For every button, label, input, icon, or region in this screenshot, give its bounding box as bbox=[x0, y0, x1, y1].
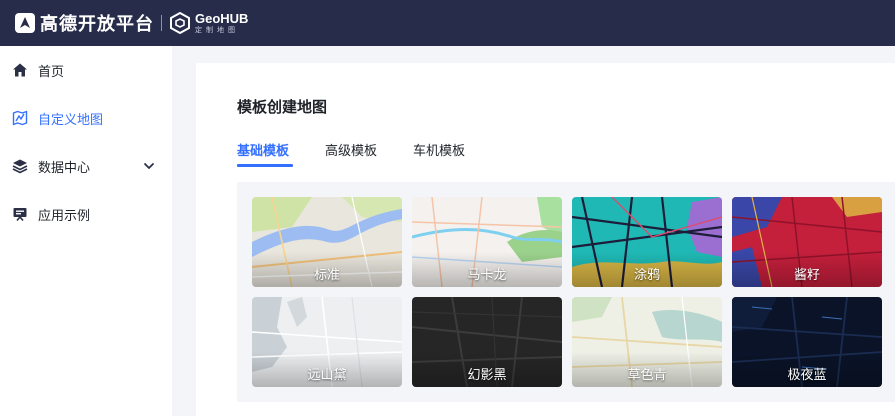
template-label: 极夜蓝 bbox=[787, 368, 827, 383]
top-bar: 高德开放平台 GeoHUB 定制地图 bbox=[0, 0, 895, 46]
template-label: 标准 bbox=[313, 268, 340, 283]
sidebar-item-label: 数据中心 bbox=[38, 160, 91, 176]
header-divider bbox=[161, 15, 162, 31]
template-gallery: 标准 马卡龙 涂鸦 酱籽 远山黛 幻影黑 草色青 极夜蓝 bbox=[237, 182, 895, 402]
template-label: 酱籽 bbox=[793, 268, 820, 283]
template-macaron[interactable]: 马卡龙 bbox=[412, 197, 562, 287]
chevron-down-icon bbox=[144, 163, 154, 169]
template-standard[interactable]: 标准 bbox=[252, 197, 402, 287]
template-polar-night-blue[interactable]: 极夜蓝 bbox=[732, 297, 882, 387]
layers-icon bbox=[12, 158, 28, 174]
geohub-subtitle: 定制地图 bbox=[195, 26, 239, 34]
tab-advanced[interactable]: 高级模板 bbox=[325, 140, 377, 159]
template-label: 草色青 bbox=[627, 368, 667, 383]
geohub-hexagon-icon bbox=[170, 12, 190, 34]
geohub-logo[interactable]: GeoHUB 定制地图 bbox=[169, 12, 248, 34]
template-jiangzi[interactable]: 酱籽 bbox=[732, 197, 882, 287]
page-title: 模板创建地图 bbox=[237, 98, 328, 116]
tab-basic[interactable]: 基础模板 bbox=[237, 140, 289, 159]
active-tab-indicator bbox=[237, 164, 293, 167]
template-grass-green[interactable]: 草色青 bbox=[572, 297, 722, 387]
sidebar-item-home[interactable]: 首页 bbox=[0, 46, 172, 94]
template-yuanshandai[interactable]: 远山黛 bbox=[252, 297, 402, 387]
template-label: 幻影黑 bbox=[467, 368, 507, 383]
sidebar-item-data-center[interactable]: 数据中心 bbox=[0, 142, 172, 190]
home-icon bbox=[12, 62, 28, 78]
brand-logo[interactable]: 高德开放平台 bbox=[14, 10, 154, 36]
sidebar: 首页 自定义地图 数据中心 应用示例 bbox=[0, 46, 172, 416]
sidebar-item-label: 自定义地图 bbox=[38, 112, 104, 128]
template-label: 涂鸦 bbox=[633, 268, 660, 283]
sidebar-item-label: 首页 bbox=[38, 64, 65, 80]
template-label: 马卡龙 bbox=[467, 268, 507, 283]
template-graffiti[interactable]: 涂鸦 bbox=[572, 197, 722, 287]
custom-map-icon bbox=[12, 110, 28, 126]
sidebar-item-examples[interactable]: 应用示例 bbox=[0, 190, 172, 238]
template-label: 远山黛 bbox=[307, 368, 347, 383]
tab-vehicle[interactable]: 车机模板 bbox=[413, 140, 465, 159]
sidebar-item-label: 应用示例 bbox=[38, 208, 91, 224]
brand-name: 高德开放平台 bbox=[40, 14, 154, 35]
sidebar-item-custom-map[interactable]: 自定义地图 bbox=[0, 94, 172, 142]
amap-logo-icon bbox=[15, 13, 35, 33]
geohub-title: GeoHUB bbox=[195, 11, 249, 26]
screen-icon bbox=[12, 206, 28, 222]
template-phantom-black[interactable]: 幻影黑 bbox=[412, 297, 562, 387]
